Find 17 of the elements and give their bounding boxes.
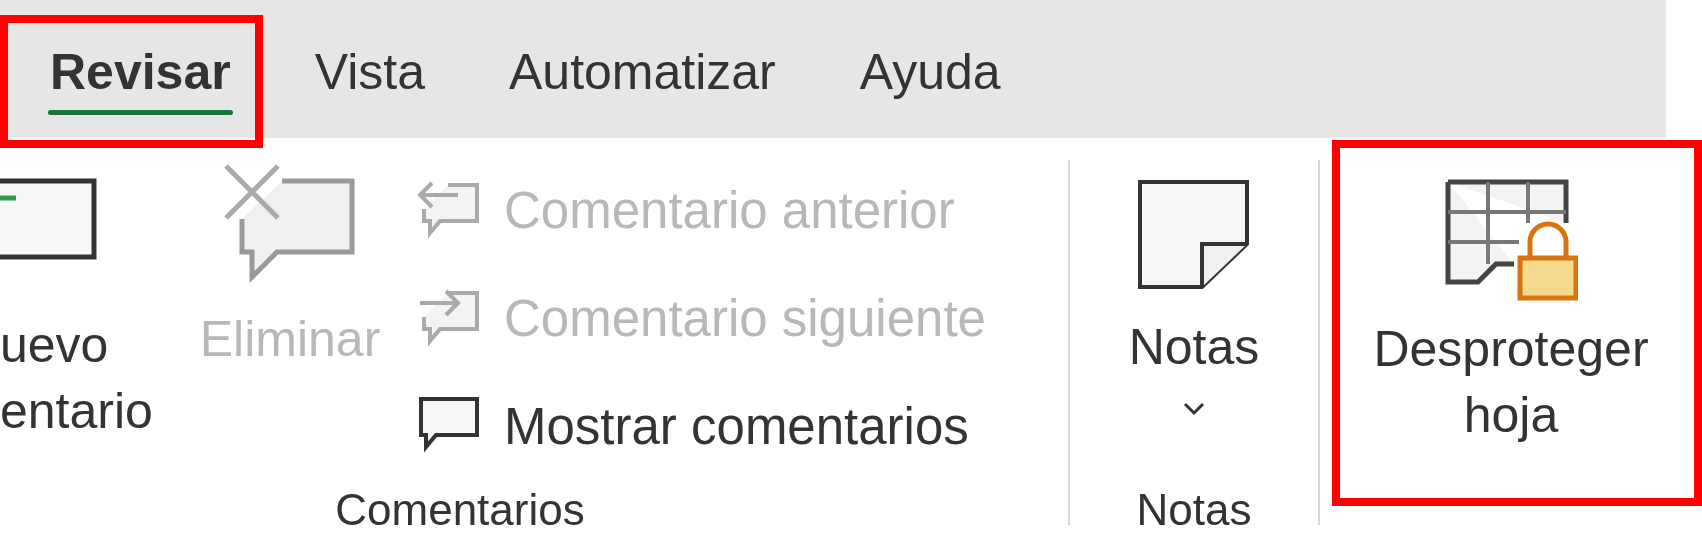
previous-comment-icon <box>418 179 480 241</box>
delete-comment-icon <box>222 164 358 284</box>
ribbon-button[interactable]: uevo entario <box>0 138 153 485</box>
ribbon-tab[interactable]: Ayuda <box>851 35 1009 117</box>
sheet-lock-icon <box>1444 178 1578 302</box>
ribbon-tab[interactable]: Vista <box>306 35 433 117</box>
group-label: Comentarios <box>335 485 585 534</box>
dropdown-button[interactable]: Notas <box>1128 138 1260 485</box>
ribbon-tab[interactable]: Revisar <box>42 35 239 117</box>
ribbon-button[interactable]: Desproteger hoja <box>1373 138 1649 549</box>
comment-icon <box>0 178 97 260</box>
next-comment-icon <box>418 287 480 349</box>
ribbon-button[interactable]: Mostrar comentarios <box>418 372 986 480</box>
note-icon <box>1136 178 1252 290</box>
group-label: Notas <box>1136 485 1252 534</box>
ribbon-tab[interactable]: Automatizar <box>500 35 784 117</box>
chevron-down-icon <box>1183 402 1205 416</box>
